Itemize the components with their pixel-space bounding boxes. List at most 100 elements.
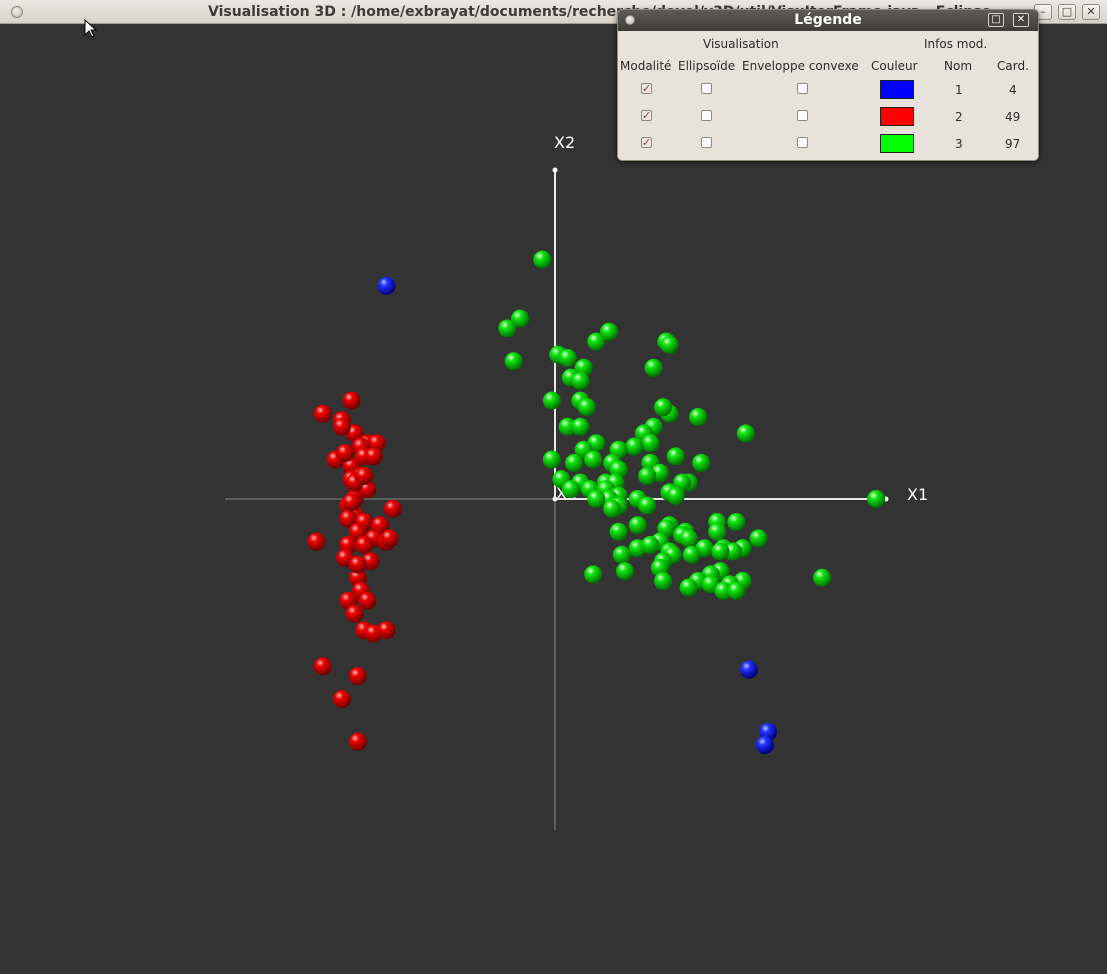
legend-window[interactable]: Légende □ ✕ Visualisation Infos mod. Mod… [617,9,1039,161]
point-series3-30 [666,447,685,466]
point-series2-35 [348,732,367,751]
row1-color-swatch[interactable] [880,80,914,99]
point-series3-92 [679,578,698,597]
point-series2-42 [348,555,367,574]
row3-enveloppe-checkbox[interactable] [797,137,808,148]
point-series3-15 [542,391,561,410]
point-series3-88 [654,572,673,590]
point-series3-63 [609,522,628,541]
point-series3-34 [565,453,584,472]
point-series3-58 [638,496,657,515]
header-infos: Infos mod. [924,37,988,51]
point-series3-53 [587,490,606,508]
point-series2-45 [355,467,374,485]
point-series2-21 [307,532,326,551]
close-icon[interactable]: ✕ [1082,4,1100,20]
row1-enveloppe-checkbox[interactable] [797,83,808,94]
row2-color-swatch[interactable] [880,107,914,126]
point-series2-32 [313,657,332,676]
point-series3-55 [867,490,886,508]
point-series3-96 [813,568,832,587]
maximize-icon[interactable]: □ [1058,4,1076,20]
row2-enveloppe-checkbox[interactable] [797,110,808,121]
point-series3-25 [641,434,660,453]
point-series3-36 [692,453,711,472]
point-series1-1 [740,660,758,679]
point-series2-41 [336,444,355,463]
col-ellipsoide: Ellipsoïde [678,59,736,73]
point-series2-20 [380,529,399,548]
row1-ellipsoide-checkbox[interactable] [701,83,712,94]
legend-maximize-icon[interactable]: □ [988,13,1004,27]
point-series3-57 [603,499,622,518]
point-series1-0 [377,276,396,295]
point-series3-95 [727,581,746,600]
row3-modalite-checkbox[interactable]: ✓ [641,137,652,148]
point-series3-62 [628,516,647,535]
point-series3-39 [638,467,657,485]
point-series2-28 [358,591,377,610]
col-nom: Nom [944,59,973,73]
row2-ellipsoide-checkbox[interactable] [701,110,712,121]
row1-modalite-checkbox[interactable]: ✓ [641,83,652,94]
point-series2-16 [383,499,402,518]
point-series1-3 [755,736,774,754]
point-series2-48 [345,604,364,623]
row3-nom: 3 [955,137,963,151]
col-modalite: Modalité [620,59,672,73]
point-series2-47 [342,493,361,512]
point-series3-78 [682,545,701,564]
x2-axis-label: X2 [554,133,575,152]
point-series2-31 [377,621,396,640]
point-series3-75 [641,535,660,554]
legend-close-icon[interactable]: ✕ [1013,13,1029,27]
point-series3-19 [689,408,708,426]
scatter-plot[interactable]: X1 X2 X3 [5,24,1102,974]
point-series3-69 [679,529,698,548]
point-series3-21 [571,417,590,436]
window-menu-icon[interactable] [11,6,23,18]
point-series3-59 [727,513,746,531]
point-series3-18 [654,398,673,417]
point-series3-65 [708,522,727,541]
point-series3-76 [612,545,631,564]
point-series2-46 [364,447,383,466]
point-series3-13 [571,371,590,390]
x2-axis-tip [552,167,558,173]
point-series3-85 [584,565,603,584]
point-series2-34 [332,690,351,709]
point-series3-68 [749,529,768,548]
row3-color-swatch[interactable] [880,134,914,153]
row3-ellipsoide-checkbox[interactable] [701,137,712,148]
point-series3-46 [561,480,580,499]
row2-card: 49 [1005,110,1021,124]
row2-modalite-checkbox[interactable]: ✓ [641,110,652,121]
point-series2-1 [342,391,361,410]
mouse-cursor-icon [84,19,98,38]
3d-viewport[interactable]: X1 X2 X3 [5,24,1102,974]
point-series3-32 [584,450,603,469]
row3-card: 97 [1005,137,1021,151]
row1-nom: 1 [955,83,963,97]
points-layer [307,250,886,754]
header-visualisation: Visualisation [703,37,779,51]
point-series3-52 [666,486,685,505]
point-series3-4 [587,332,606,351]
point-series3-9 [504,352,523,371]
point-series3-16 [577,398,596,417]
x1-axis-label: X1 [907,485,928,504]
point-series2-38 [355,535,374,554]
point-series2-0 [313,404,332,423]
point-series3-22 [736,424,755,443]
point-series3-0 [533,250,552,269]
point-series3-27 [625,437,644,456]
point-series2-33 [348,667,367,686]
point-series3-84 [616,562,634,581]
col-couleur: Couleur [871,59,918,73]
point-series2-44 [332,417,351,436]
point-series3-6 [660,335,679,354]
legend-titlebar[interactable]: Légende □ ✕ [618,10,1038,31]
col-card: Card. [997,59,1029,73]
point-series3-80 [711,542,730,561]
point-series3-31 [542,450,561,469]
